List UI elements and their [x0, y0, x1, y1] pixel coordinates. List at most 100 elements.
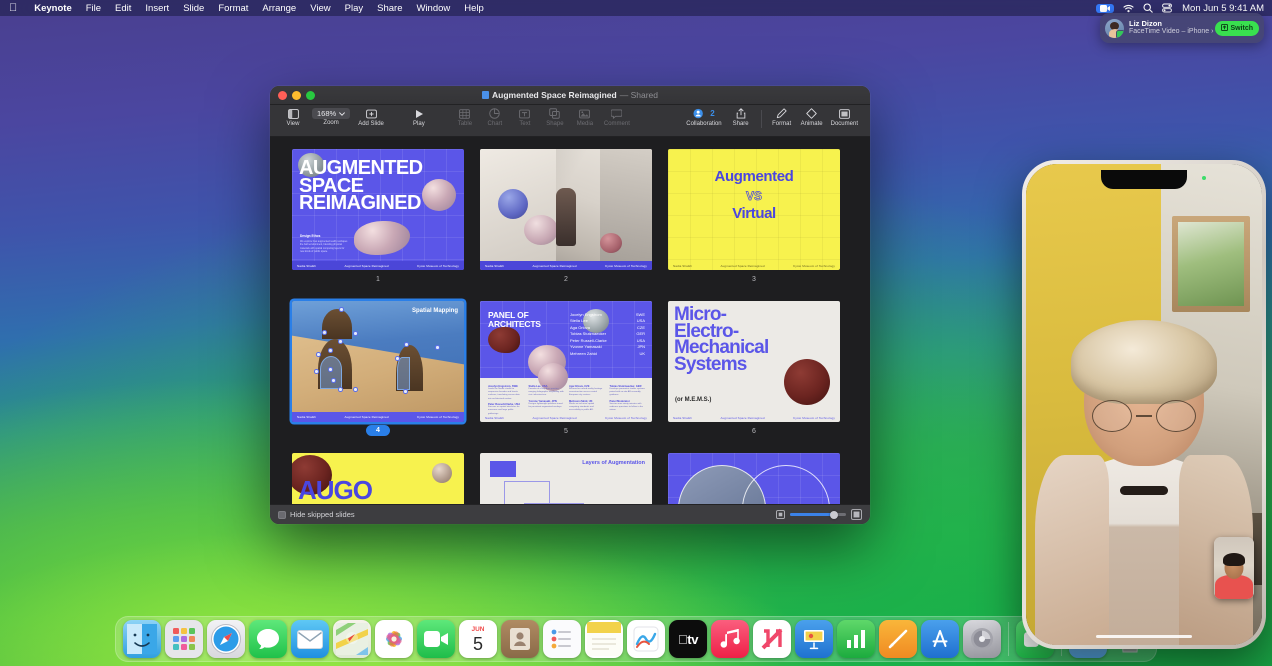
resize-handle[interactable]	[328, 348, 333, 353]
toolbar-add-slide-button[interactable]: Add Slide	[354, 107, 388, 127]
slide-thumbnail[interactable]: PANEL OF ARCHITECTS Jocelyn EngstromSWE …	[480, 301, 652, 422]
apple-logo-icon[interactable]: 	[0, 3, 27, 14]
appstore-icon[interactable]	[921, 620, 959, 658]
slide-thumbnail[interactable]: Micro- Electro- Mechanical Systems (or M…	[668, 301, 840, 422]
hide-skipped-slides-control[interactable]: Hide skipped slides	[278, 510, 355, 519]
slide-cell-2[interactable]: Nadia Shaikh Augmented Space Reimagined …	[480, 149, 652, 285]
toolbar-share-button[interactable]: Share	[726, 107, 756, 127]
menu-item-keynote[interactable]: Keynote	[27, 3, 78, 14]
toolbar-table-button[interactable]: Table	[450, 107, 480, 127]
calendar-icon[interactable]: JUN 5	[459, 620, 497, 658]
slide-cell-7[interactable]: AUGO 7	[292, 453, 464, 504]
slide-cell-1[interactable]: AUGMENTED SPACE REIMAGINED Design Ethos …	[292, 149, 464, 285]
news-icon[interactable]	[753, 620, 791, 658]
menu-item-share[interactable]: Share	[370, 3, 409, 14]
menu-item-edit[interactable]: Edit	[108, 3, 138, 14]
selected-path[interactable]	[397, 357, 410, 390]
toolbar-view-button[interactable]: View	[278, 107, 308, 127]
slide-cell-8[interactable]: Layers of Augmentation 8	[480, 453, 652, 504]
close-button[interactable]	[278, 91, 287, 100]
menu-item-play[interactable]: Play	[338, 3, 370, 14]
keynote-bottom-bar[interactable]: Hide skipped slides	[270, 504, 870, 524]
iphone-facetime-window[interactable]	[1022, 160, 1266, 649]
slide-cell-3[interactable]: Augmented VS Virtual Nadia Shaikh Augmen…	[668, 149, 840, 285]
menu-item-arrange[interactable]: Arrange	[255, 3, 303, 14]
slide-thumbnail[interactable]: Layers of Augmentation	[480, 453, 652, 504]
finder-icon[interactable]	[123, 620, 161, 658]
mail-icon[interactable]	[291, 620, 329, 658]
switch-button[interactable]: Switch	[1215, 21, 1259, 36]
large-thumbnail-icon[interactable]	[851, 509, 862, 520]
zoom-dropdown[interactable]: 168%	[312, 108, 350, 119]
menu-item-help[interactable]: Help	[457, 3, 491, 14]
slide-thumbnail[interactable]: Augmented VS Virtual Nadia Shaikh Augmen…	[668, 149, 840, 270]
contacts-icon[interactable]	[501, 620, 539, 658]
menu-item-file[interactable]: File	[79, 3, 108, 14]
thumbnail-size-slider[interactable]	[776, 509, 862, 520]
toolbar-shape-button[interactable]: Shape	[540, 107, 570, 127]
appletv-icon[interactable]: tv	[669, 620, 707, 658]
slide-navigator[interactable]: AUGMENTED SPACE REIMAGINED Design Ethos …	[270, 137, 870, 504]
freeform-icon[interactable]	[627, 620, 665, 658]
resize-handle[interactable]	[338, 387, 343, 392]
slide-cell-5[interactable]: PANEL OF ARCHITECTS Jocelyn EngstromSWE …	[480, 301, 652, 437]
toolbar-text-button[interactable]: Text	[510, 107, 540, 127]
home-indicator[interactable]	[1096, 635, 1192, 638]
toolbar-comment-button[interactable]: Comment	[600, 107, 634, 127]
self-view-pip[interactable]	[1214, 537, 1254, 599]
menu-item-insert[interactable]: Insert	[138, 3, 176, 14]
menu-bar-clock[interactable]: Mon Jun 5 9:41 AM	[1181, 3, 1264, 14]
slider-track[interactable]	[790, 513, 846, 516]
pages-icon[interactable]	[879, 620, 917, 658]
slide-cell-4[interactable]: Spatial Mapping Nadia Shaikh Augmented S…	[292, 301, 464, 437]
resize-handle[interactable]	[395, 356, 400, 361]
resize-handle[interactable]	[314, 369, 319, 374]
selected-path[interactable]	[320, 356, 342, 389]
menu-item-format[interactable]: Format	[211, 3, 255, 14]
video-camera-icon[interactable]	[1096, 4, 1114, 13]
menu-item-view[interactable]: View	[303, 3, 337, 14]
toolbar-play-button[interactable]: Play	[404, 107, 434, 127]
toolbar-chart-button[interactable]: Chart	[480, 107, 510, 127]
toolbar-zoom-control[interactable]: 168% Zoom	[308, 107, 354, 126]
resize-handle[interactable]	[328, 367, 333, 372]
music-icon[interactable]	[711, 620, 749, 658]
toolbar-format-button[interactable]: Format	[767, 107, 797, 127]
maps-icon[interactable]	[333, 620, 371, 658]
slide-cell-9[interactable]: PHYSICAL AUGMENTED VIRTUAL 9	[668, 453, 840, 504]
photos-icon[interactable]	[375, 620, 413, 658]
resize-handle[interactable]	[322, 330, 327, 335]
slide-thumbnail-selected[interactable]: Spatial Mapping Nadia Shaikh Augmented S…	[292, 301, 464, 422]
slider-thumb[interactable]	[830, 511, 838, 519]
menu-item-window[interactable]: Window	[409, 3, 457, 14]
minimize-button[interactable]	[292, 91, 301, 100]
resize-handle[interactable]	[435, 345, 440, 350]
resize-handle[interactable]	[353, 331, 358, 336]
iphone-screen[interactable]	[1026, 164, 1262, 645]
facetime-notification[interactable]: Liz Dizon FaceTime Video – iPhone › Swit…	[1100, 13, 1264, 43]
resize-handle[interactable]	[403, 389, 408, 394]
numbers-icon[interactable]	[837, 620, 875, 658]
system-settings-icon[interactable]	[963, 620, 1001, 658]
facetime-icon[interactable]	[417, 620, 455, 658]
slide-thumbnail[interactable]: AUGMENTED SPACE REIMAGINED Design Ethos …	[292, 149, 464, 270]
wifi-icon[interactable]	[1123, 4, 1134, 13]
small-thumbnail-icon[interactable]	[776, 510, 785, 519]
resize-handle[interactable]	[316, 352, 321, 357]
toolbar-animate-button[interactable]: Animate	[797, 107, 827, 127]
slide-thumbnail[interactable]: PHYSICAL AUGMENTED VIRTUAL	[668, 453, 840, 504]
messages-icon[interactable]	[249, 620, 287, 658]
control-center-icon[interactable]	[1162, 3, 1172, 13]
keynote-toolbar[interactable]: View 168% Zoom Add Slide Play	[270, 105, 870, 137]
resize-handle[interactable]	[331, 378, 336, 383]
dock[interactable]: JUN 5 tv	[115, 616, 1157, 662]
resize-handle[interactable]	[404, 342, 409, 347]
launchpad-icon[interactable]	[165, 620, 203, 658]
safari-icon[interactable]	[207, 620, 245, 658]
slide-thumbnail[interactable]: AUGO	[292, 453, 464, 504]
notes-icon[interactable]	[585, 620, 623, 658]
resize-handle[interactable]	[339, 307, 344, 312]
keynote-icon[interactable]	[795, 620, 833, 658]
resize-handle[interactable]	[353, 387, 358, 392]
zoom-button[interactable]	[306, 91, 315, 100]
